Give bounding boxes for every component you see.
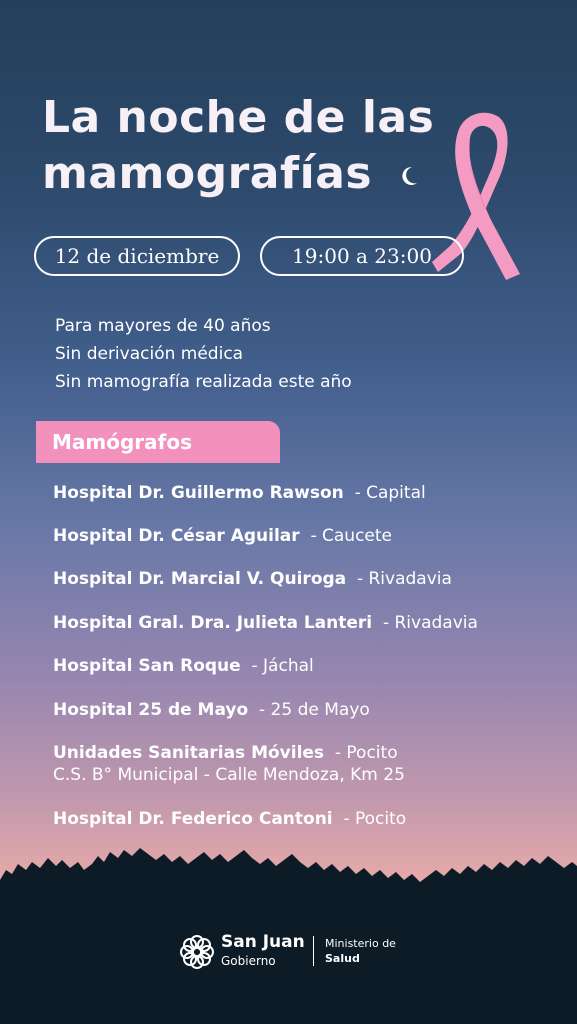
hospital-item: Hospital Gral. Dra. Julieta Lanteri - Ri…: [53, 612, 478, 634]
brand-subtitle: Gobierno: [221, 954, 276, 968]
hospital-location: - Capital: [354, 483, 426, 503]
hospital-location: - Caucete: [310, 526, 392, 546]
ministry-area: Salud: [325, 952, 360, 965]
hospital-name: Hospital Dr. Guillermo Rawson: [53, 483, 344, 503]
hospital-name: Unidades Sanitarias Móviles: [53, 743, 325, 763]
hospital-location: - 25 de Mayo: [259, 700, 370, 720]
footer: San Juan Gobierno Ministerio de Salud: [0, 930, 577, 974]
hospital-location: - Pocito: [334, 743, 398, 763]
event-time-pill: 19:00 a 23:00: [260, 236, 464, 276]
hospital-item: Hospital San Roque - Jáchal: [53, 655, 314, 677]
hospital-item: Hospital Dr. Federico Cantoni - Pocito: [53, 808, 406, 830]
hospital-name: Hospital Gral. Dra. Julieta Lanteri: [53, 613, 373, 633]
hospital-name: Hospital San Roque: [53, 656, 241, 676]
requirements-list: Para mayores de 40 años Sin derivación m…: [55, 312, 352, 396]
hospital-item: Hospital Dr. César Aguilar - Caucete: [53, 525, 392, 547]
hospital-location: - Pocito: [343, 809, 407, 829]
hospital-extra-address: C.S. B° Municipal - Calle Mendoza, Km 25: [53, 765, 405, 785]
mamografos-section-label: Mamógrafos: [36, 421, 280, 463]
hospital-name: Hospital Dr. César Aguilar: [53, 526, 300, 546]
hospital-item: Hospital Dr. Guillermo Rawson - Capital: [53, 482, 426, 504]
requirement-item: Sin derivación médica: [55, 344, 244, 364]
ministry-name: Ministerio de: [325, 937, 396, 950]
moon-icon: [402, 166, 417, 185]
hospital-name: Hospital 25 de Mayo: [53, 700, 249, 720]
requirement-item: Para mayores de 40 años: [55, 316, 271, 336]
san-juan-logo-icon: [180, 935, 214, 969]
hospital-location: - Rivadavia: [356, 569, 452, 589]
footer-divider: [313, 936, 314, 966]
hospital-location: - Jáchal: [251, 656, 314, 676]
requirement-item: Sin mamografía realizada este año: [55, 372, 352, 392]
hospital-item: Hospital Dr. Marcial V. Quiroga - Rivada…: [53, 568, 452, 590]
title-line-1: La noche de las: [42, 92, 435, 143]
hospital-item: Hospital 25 de Mayo - 25 de Mayo: [53, 699, 370, 721]
poster-title: La noche de las mamografías: [42, 90, 434, 202]
hospital-location: - Rivadavia: [382, 613, 478, 633]
title-line-2: mamografías: [42, 148, 373, 199]
brand-name: San Juan: [221, 932, 305, 952]
event-date-pill: 12 de diciembre: [34, 236, 240, 276]
hospital-name: Hospital Dr. Federico Cantoni: [53, 809, 333, 829]
hospital-name: Hospital Dr. Marcial V. Quiroga: [53, 569, 347, 589]
hospital-item: Unidades Sanitarias Móviles - Pocito C.S…: [53, 742, 405, 786]
